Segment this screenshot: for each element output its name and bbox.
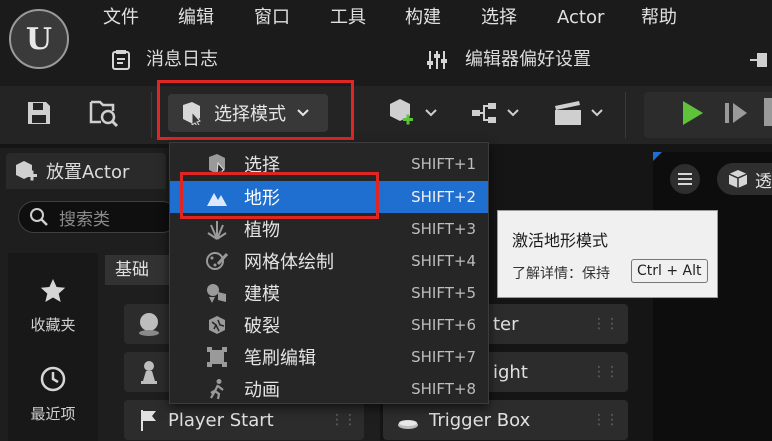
menu-window[interactable]: 窗口 [254,5,290,31]
mode-item-shortcut: SHIFT+5 [411,284,476,302]
perspective-cube-icon [728,170,748,188]
place-actor-tab[interactable]: 放置Actor [6,153,166,189]
star-icon [40,279,66,302]
editor-preferences-label: 编辑器偏好设置 [465,49,591,70]
brush-icon [206,346,228,368]
hamburger-icon [678,173,692,185]
category-recent-label: 最近项 [30,405,76,423]
pause-icon[interactable] [764,98,772,126]
mode-item-modeling[interactable]: 建模 SHIFT+5 [170,277,488,309]
mode-item-shortcut: SHIFT+3 [411,220,476,238]
viewport-view-mode-button[interactable]: 透 [717,163,772,195]
drag-handle-icon[interactable]: ⋮⋮ [592,364,619,380]
menu-help[interactable]: 帮助 [641,5,677,31]
message-log-icon [112,50,130,70]
mode-item-animation[interactable]: 动画 SHIFT+8 [170,373,488,405]
menu-file[interactable]: 文件 [103,5,139,31]
unreal-logo-icon[interactable]: U [9,9,69,69]
place-actor-title: 放置Actor [46,162,130,183]
mode-item-shortcut: SHIFT+2 [411,188,476,206]
drag-handle-icon[interactable]: ⋮⋮ [330,412,357,428]
place-actor-icon [16,161,37,181]
menu-actor[interactable]: Actor [557,5,604,31]
mode-item-fracture[interactable]: 破裂 SHIFT+6 [170,309,488,341]
mode-item-shortcut: SHIFT+1 [411,155,476,173]
actor-item-label: ight [493,361,528,383]
drag-handle-icon[interactable]: ⋮⋮ [592,412,619,428]
play-icon [683,101,703,125]
step-button[interactable] [722,95,752,131]
content-browser-button[interactable] [86,95,122,131]
mode-selector-highlight [157,80,354,140]
mode-tooltip: 激活地形模式 了解详情：保持 Ctrl + Alt [497,210,718,298]
mode-item-mesh-paint[interactable]: 网格体绘制 SHIFT+4 [170,245,488,277]
play-controls [644,92,772,138]
category-favorites-label: 收藏夹 [30,316,76,334]
mode-item-label: 建模 [244,284,280,305]
box-icon [398,420,418,429]
step-forward-icon [725,103,747,123]
mode-item-label: 网格体绘制 [244,252,334,273]
search-input[interactable]: 搜索类 [18,201,178,233]
sliders-icon [427,51,447,69]
mode-item-shortcut: SHIFT+6 [411,316,476,334]
animation-icon [206,378,228,400]
fracture-icon [206,314,228,336]
mode-item-shortcut: SHIFT+4 [411,252,476,270]
blueprint-graph-icon [472,103,519,123]
viewport-menu-button[interactable] [670,164,700,194]
actor-item-label: ter [493,313,519,335]
tooltip-title: 激活地形模式 [512,231,609,250]
pawn-icon [141,361,157,384]
actor-item-label: Player Start [168,409,274,431]
add-cube-icon [390,99,437,125]
folder-search-icon [89,100,119,128]
mode-item-shortcut: SHIFT+7 [411,348,476,366]
mode-item-shortcut: SHIFT+8 [411,380,476,398]
category-recent[interactable]: 最近项 [12,365,94,424]
actor-item-player-start[interactable]: Player Start ⋮⋮ [124,400,364,440]
foliage-icon [206,218,228,240]
flag-icon [141,410,156,431]
search-placeholder: 搜索类 [59,209,110,230]
actor-item-trigger-box[interactable]: Trigger Box ⋮⋮ [383,400,628,440]
menu-select[interactable]: 选择 [481,5,517,31]
toolbar-separator [151,92,152,138]
category-favorites[interactable]: 收藏夹 [12,278,94,335]
editor-preferences-button[interactable]: 编辑器偏好设置 [425,46,591,74]
sphere-icon [139,313,159,336]
tooltip-key-hint: Ctrl + Alt [631,259,708,283]
plugin-icon[interactable] [746,48,772,72]
viewport-corner-marker [653,152,662,161]
clapperboard-icon [555,101,603,125]
message-log-button[interactable]: 消息日志 [110,46,218,74]
play-button[interactable] [676,95,708,131]
modeling-icon [206,282,228,304]
mode-item-label: 破裂 [244,316,280,337]
search-icon [30,208,48,226]
save-button[interactable] [22,95,56,131]
actor-item-label: Trigger Box [429,409,531,431]
blueprint-button[interactable] [470,95,526,131]
menu-tools[interactable]: 工具 [330,5,366,31]
mode-item-label: 笔刷编辑 [244,348,316,369]
save-icon [28,102,50,124]
message-log-label: 消息日志 [146,49,218,70]
clock-icon [40,366,66,392]
section-title: 基础 [115,260,149,280]
mode-item-brush-edit[interactable]: 笔刷编辑 SHIFT+7 [170,341,488,373]
drag-handle-icon[interactable]: ⋮⋮ [592,316,619,332]
mode-item-label: 植物 [244,220,280,241]
paint-icon [206,250,228,272]
tooltip-detail: 了解详情：保持 [512,266,610,282]
add-actor-button[interactable] [386,95,442,131]
landscape-item-highlight [180,172,379,219]
menu-build[interactable]: 构建 [405,5,441,31]
cinematics-button[interactable] [552,95,608,131]
mode-item-label: 动画 [244,380,280,401]
menu-edit[interactable]: 编辑 [178,5,214,31]
toolbar-separator [625,92,626,138]
viewport-view-label: 透 [755,171,772,192]
